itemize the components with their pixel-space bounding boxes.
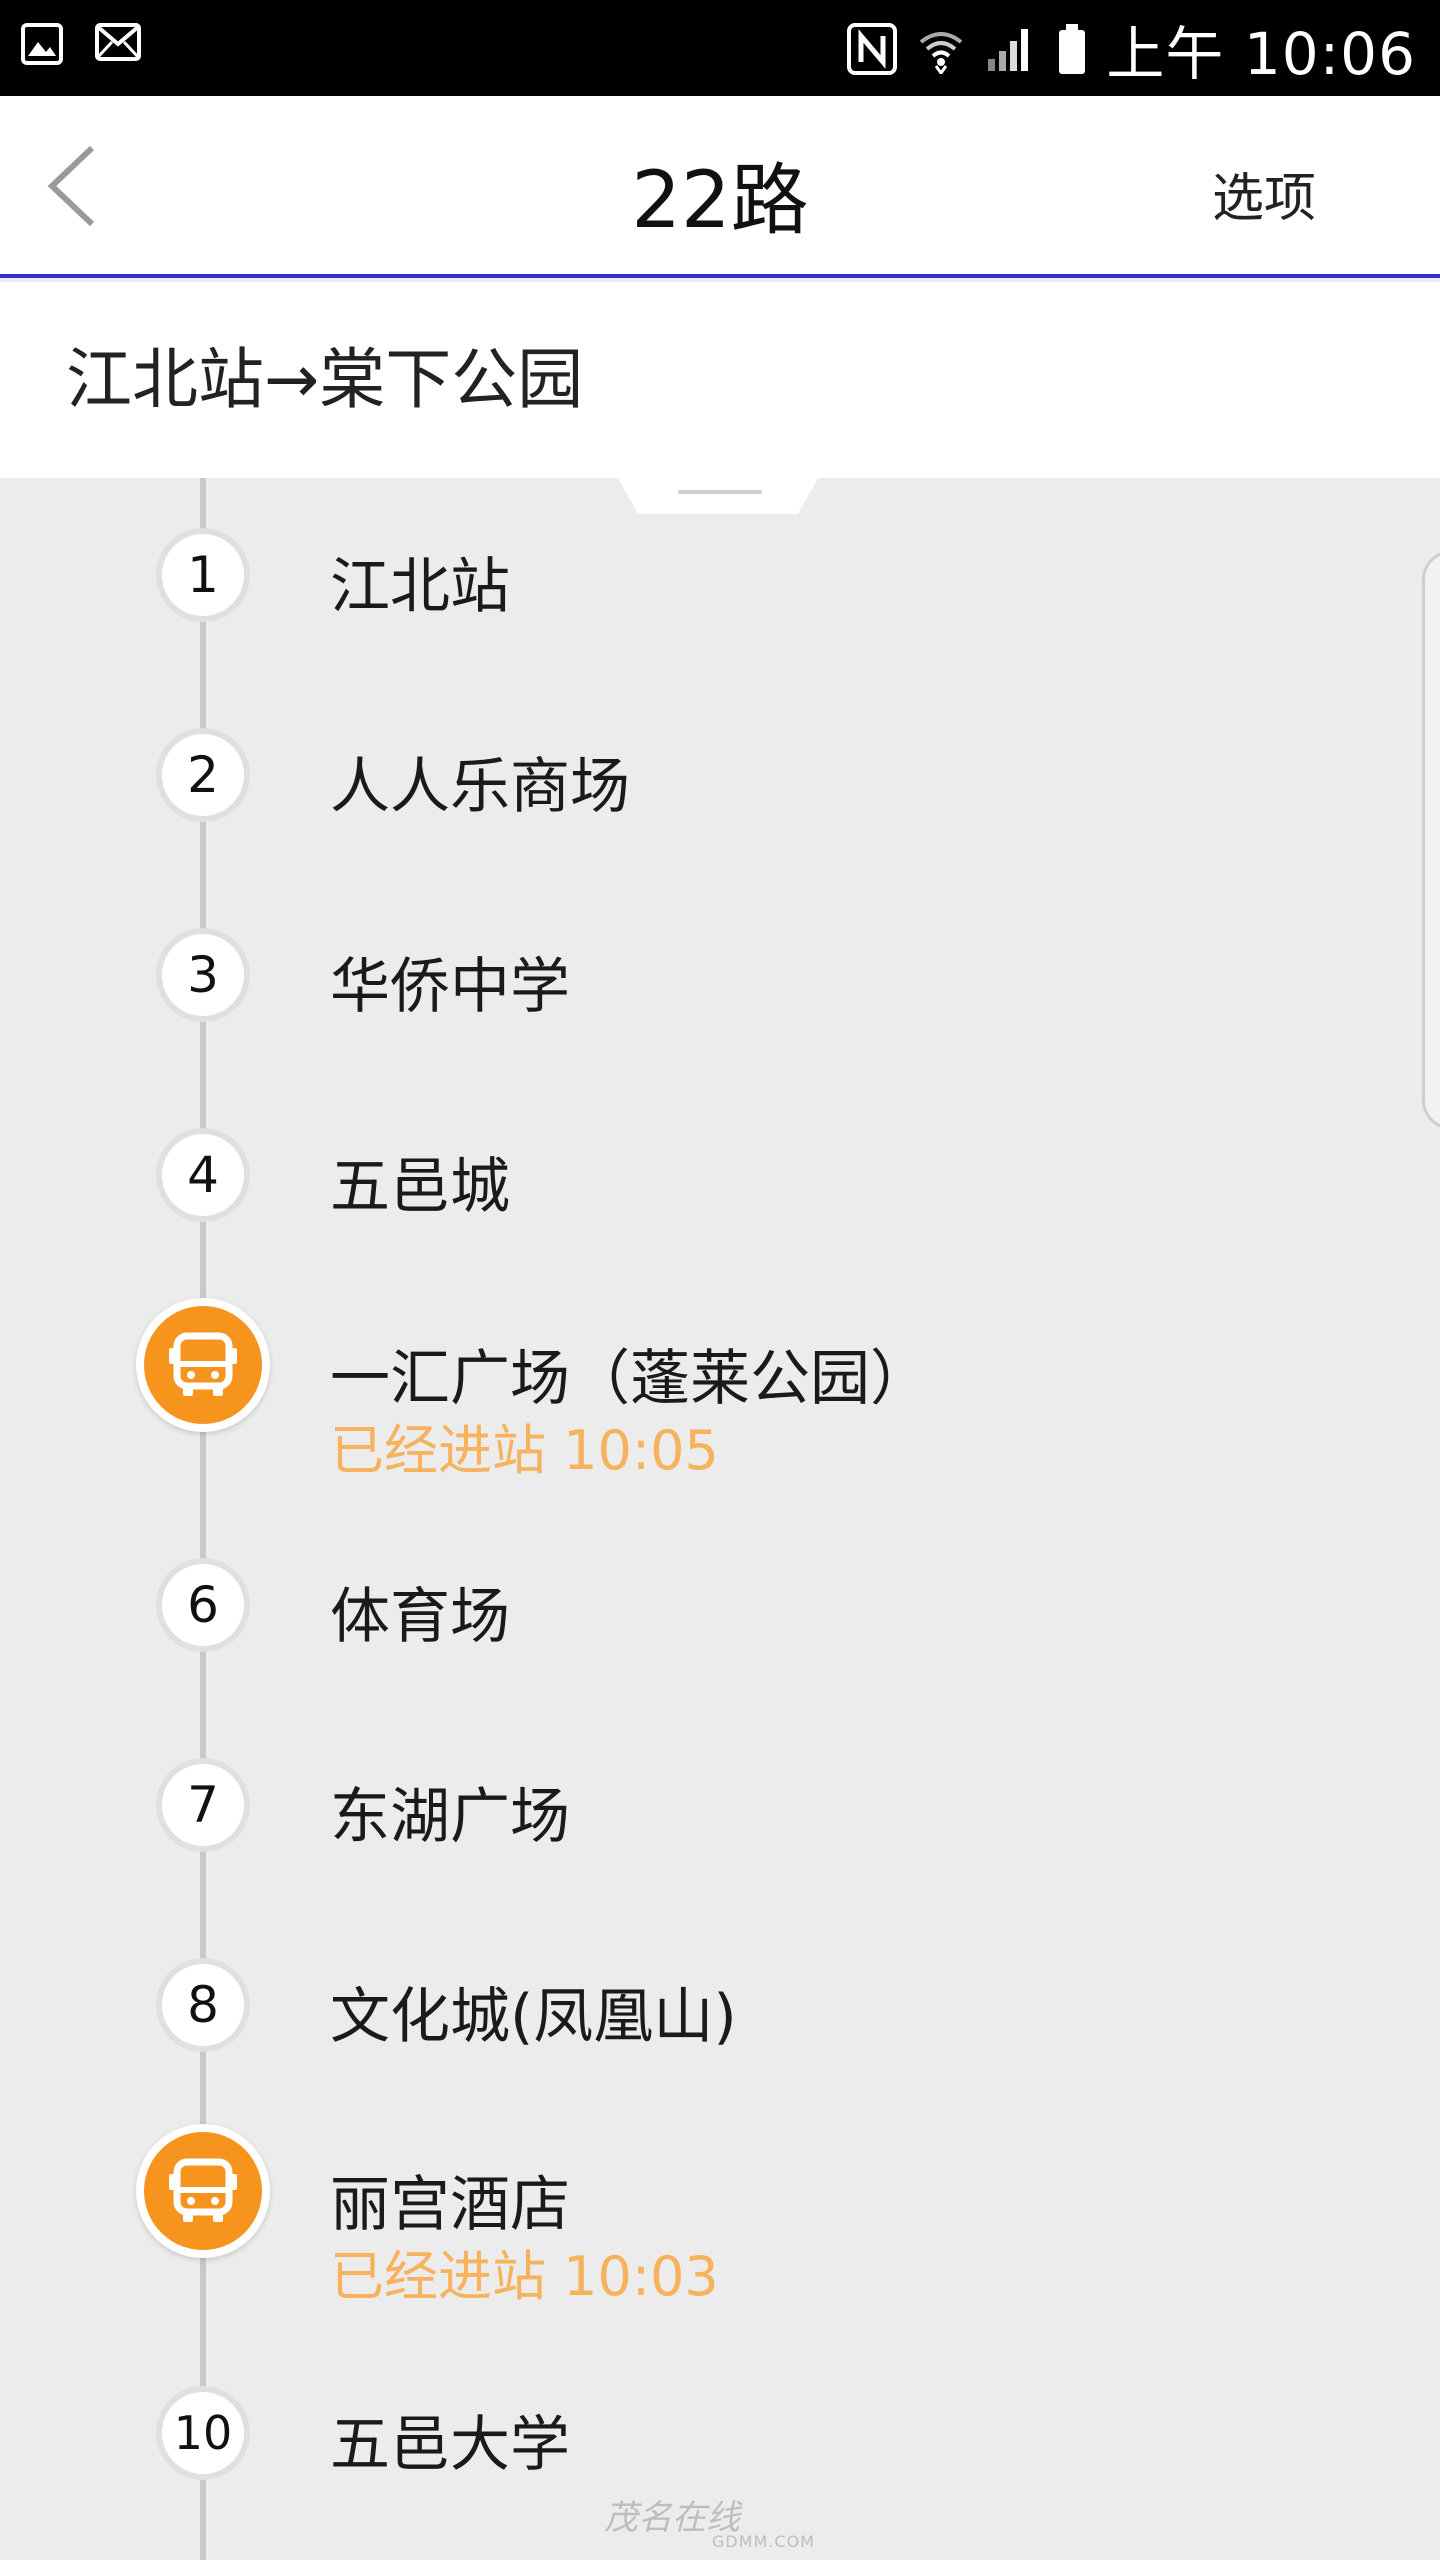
stop-number: 1	[156, 528, 250, 622]
status-bar-left	[20, 22, 142, 66]
stop-name: 东湖广场	[330, 1782, 570, 1852]
bus-icon	[169, 1332, 237, 1396]
stop-name: 五邑大学	[330, 2410, 570, 2480]
stop-number: 7	[156, 1758, 250, 1852]
stop-name: 江北站	[330, 552, 510, 622]
screen: 上午 10:06 22路 选项 江北站→棠下公园 1 江北站 2 人人乐商场 3…	[0, 0, 1440, 2560]
stop-name: 体育场	[330, 1582, 510, 1652]
stop-name: 文化城(凤凰山)	[330, 1982, 737, 2052]
battery-icon	[1059, 24, 1086, 74]
direction-label: 江北站→棠下公园	[66, 341, 584, 418]
stop-name: 人人乐商场	[330, 752, 630, 822]
stop-item-bus[interactable]: 一汇广场（蓬莱公园） 已经进站 10:05	[0, 1298, 1300, 1498]
stop-item[interactable]: 6 体育场	[0, 1508, 1300, 1688]
stop-name: 华侨中学	[330, 952, 570, 1022]
stop-number: 3	[156, 928, 250, 1022]
status-bar-right: 上午 10:06	[846, 14, 1416, 88]
options-button[interactable]: 选项	[1212, 156, 1316, 231]
stop-item[interactable]: 10 五邑大学	[0, 2336, 1300, 2516]
image-icon	[21, 23, 63, 65]
stop-item[interactable]: 4 五邑城	[0, 1078, 1300, 1258]
stop-name: 一汇广场（蓬莱公园）	[330, 1344, 930, 1414]
signal-icon	[988, 29, 1029, 71]
stop-number: 2	[156, 728, 250, 822]
wifi-icon	[920, 32, 963, 74]
side-panel-handle[interactable]	[1422, 550, 1440, 1130]
status-time: 上午 10:06	[1106, 20, 1416, 88]
stop-number: 4	[156, 1128, 250, 1222]
bus-icon	[169, 2158, 237, 2222]
nfc-icon	[847, 23, 898, 75]
mail-icon	[95, 23, 141, 61]
stop-item-bus[interactable]: 丽宫酒店 已经进站 10:03	[0, 2124, 1300, 2324]
arrival-status: 已经进站 10:05	[330, 1419, 719, 1482]
stop-name: 丽宫酒店	[330, 2170, 570, 2240]
stop-number: 10	[156, 2386, 250, 2480]
stop-item[interactable]: 3 华侨中学	[0, 878, 1300, 1058]
bus-marker	[136, 1298, 270, 1432]
stop-item[interactable]: 7 东湖广场	[0, 1708, 1300, 1888]
stop-item[interactable]: 8 文化城(凤凰山)	[0, 1908, 1300, 2088]
stop-item[interactable]: 1 江北站	[0, 478, 1300, 658]
stop-number: 8	[156, 1958, 250, 2052]
status-bar: 上午 10:06	[0, 0, 1440, 96]
stop-name: 五邑城	[330, 1152, 510, 1222]
app-header: 22路 选项	[0, 96, 1440, 278]
bus-marker	[136, 2124, 270, 2258]
direction-row[interactable]: 江北站→棠下公园	[0, 282, 1440, 478]
stop-number: 6	[156, 1558, 250, 1652]
arrival-status: 已经进站 10:03	[330, 2245, 719, 2308]
stop-item[interactable]: 2 人人乐商场	[0, 678, 1300, 858]
watermark-sub: GDMM.COM	[712, 2532, 815, 2551]
